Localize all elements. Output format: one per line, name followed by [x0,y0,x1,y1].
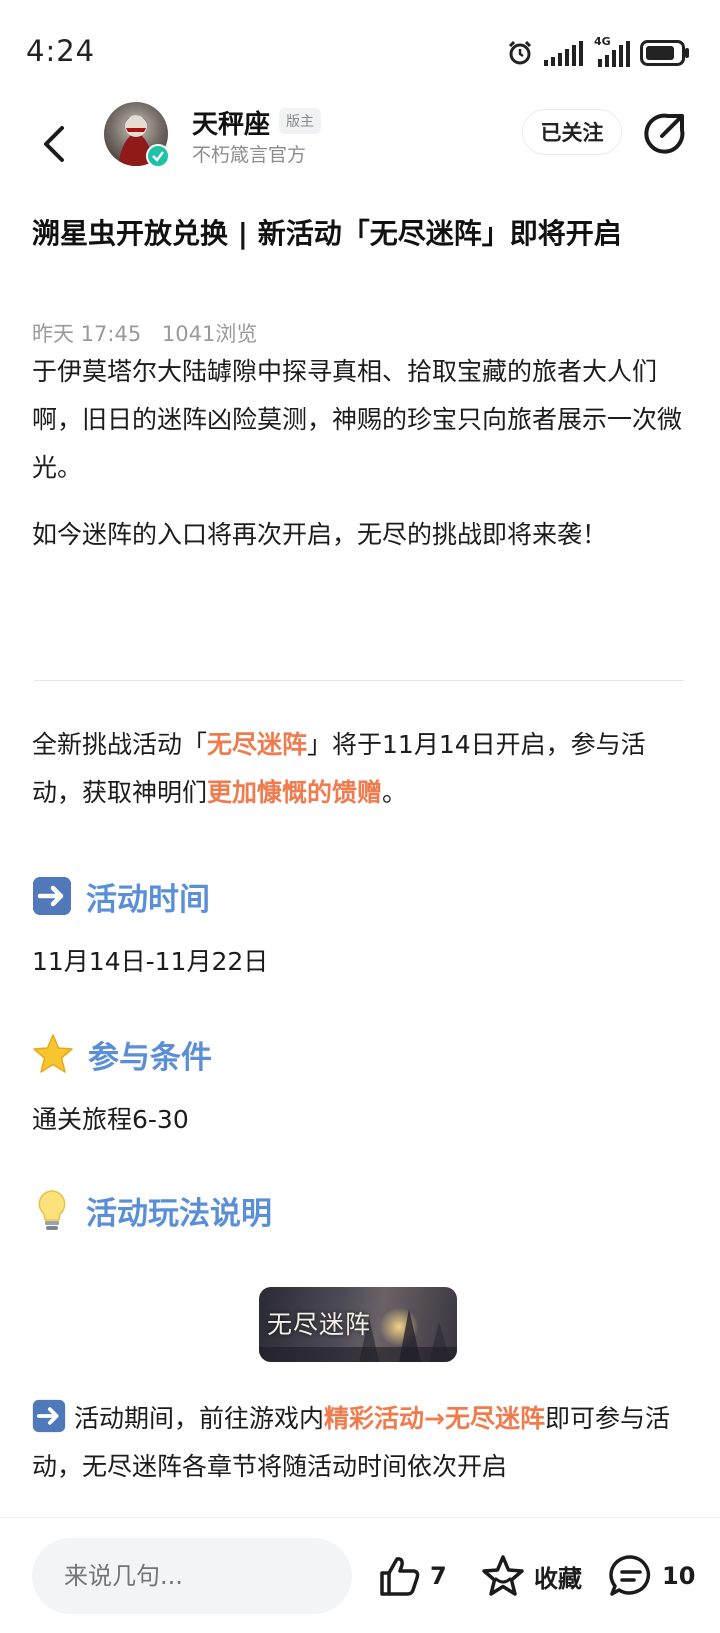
banner-title: 无尽迷阵 [267,1310,372,1339]
moderator-badge: 版主 [279,108,321,134]
paragraph-2: 如今迷阵的入口将再次开启，无尽的挑战即将来袭！ [32,520,608,549]
paragraph-1: 于伊莫塔尔大陆罅隙中探寻真相、拾取宝藏的旅者大人们啊，旧日的迷阵凶险莫测，神赐的… [32,357,683,482]
post-meta: 昨天 17:45 1041浏览 [32,318,257,348]
chevron-left-icon [44,126,64,162]
gameplay-detail: 活动期间，前往游戏内精彩活动→无尽迷阵即可参与活动，无尽迷阵各章节将随活动时间依… [32,1395,682,1491]
post-time: 昨天 17:45 [32,322,142,346]
star-outline-icon [482,1555,524,1596]
verified-badge-icon [146,144,170,168]
star-icon [33,1034,73,1073]
section-title: 活动时间 [86,881,210,918]
comment-count: 10 [662,1562,696,1590]
event-name-highlight: 无尽迷阵 [207,730,308,759]
detail-highlight: 精彩活动→无尽迷阵 [324,1404,545,1433]
comments-button[interactable]: 10 [608,1548,695,1604]
bottom-action-bar: 7 收藏 10 [0,1517,720,1633]
signal-icon [544,41,583,66]
section-gameplay: 活动玩法说明 [32,1186,272,1234]
back-button[interactable] [34,114,74,174]
alarm-icon [508,40,532,65]
status-bar: 4:24 4G [0,0,720,100]
intro-text-a: 全新挑战活动「 [32,730,208,759]
thumbs-up-icon [380,1557,420,1596]
arrow-right-icon [32,1399,66,1433]
battery-icon [640,40,689,66]
share-button[interactable] [644,112,686,154]
post-header: 天秤座 版主 不朽箴言官方 已关注 [0,100,720,200]
post-views: 1041浏览 [161,322,258,346]
author-subtitle: 不朽箴言官方 [192,144,307,166]
comment-input[interactable] [32,1538,352,1614]
author-name[interactable]: 天秤座 [192,104,270,141]
share-icon [644,113,685,154]
favorite-button[interactable]: 收藏 [480,1548,582,1604]
lightbulb-icon [38,1190,66,1230]
intro-text-c: 。 [382,778,408,807]
like-button[interactable]: 7 [378,1548,447,1604]
section-title: 参与条件 [88,1039,212,1076]
author-avatar[interactable] [104,102,170,168]
comment-bubble-icon [609,1555,651,1596]
event-banner-image[interactable]: 无尽迷阵 [259,1287,457,1362]
post-title: 溯星虫开放兑换 | 新活动「无尽迷阵」即将开启 [32,217,622,250]
status-time: 4:24 [26,34,96,68]
detail-text-a: 活动期间，前往游戏内 [74,1404,325,1433]
arrow-right-icon [33,877,71,915]
event-time-value: 11月14日-11月22日 [32,947,269,976]
status-icons: 4G [506,35,690,68]
section-requirements: 参与条件 [32,1030,212,1078]
section-event-time: 活动时间 [32,872,210,920]
reward-highlight: 更加慷慨的馈赠 [207,778,383,807]
like-count: 7 [430,1562,447,1590]
4g-signal-icon: 4G [594,35,630,67]
follow-button[interactable]: 已关注 [522,109,622,155]
divider [34,680,684,681]
intro-paragraph: 全新挑战活动「无尽迷阵」将于11月14日开启，参与活动，获取神明们更加慷慨的馈赠… [32,721,682,817]
favorite-label: 收藏 [534,1564,582,1593]
requirement-value: 通关旅程6-30 [32,1105,189,1134]
section-title: 活动玩法说明 [86,1195,272,1232]
